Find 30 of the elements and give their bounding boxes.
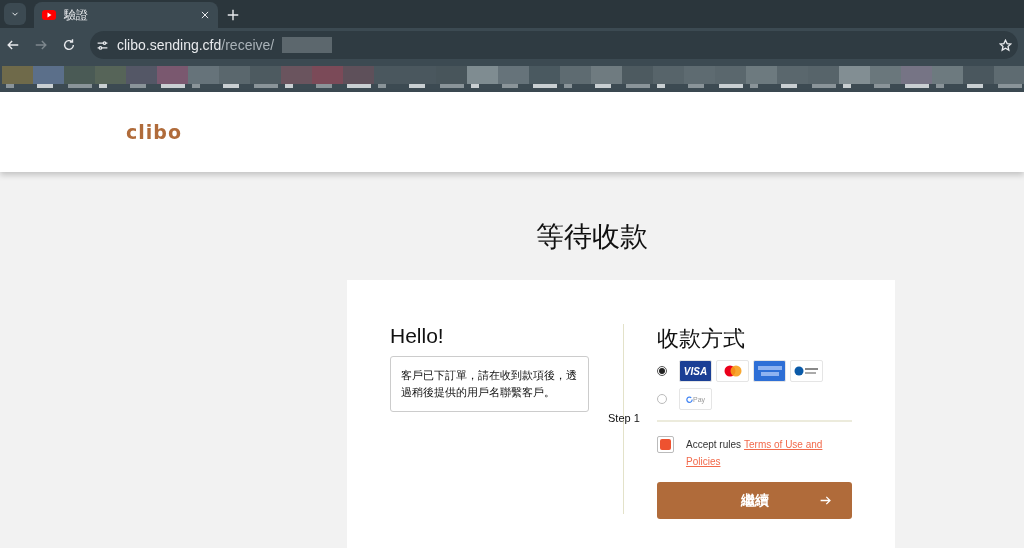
browser-tab[interactable]: 驗證 [34, 2, 218, 28]
diners-club-logo [790, 360, 823, 382]
mastercard-logo [716, 360, 749, 382]
terms-link[interactable]: Policies [686, 453, 721, 470]
url-text: clibo.sending.cfd/receive/ [117, 37, 275, 53]
accept-checkbox[interactable] [657, 436, 674, 453]
step-label: Step 1 [608, 412, 640, 424]
address-bar[interactable]: clibo.sending.cfd/receive/ [90, 31, 1018, 59]
plus-icon[interactable] [226, 8, 240, 22]
payment-title: 收款方式 [657, 325, 746, 353]
page-title: 等待收款 [535, 220, 649, 254]
clibo-logo[interactable]: clibo [126, 121, 182, 143]
right-arrow-icon [819, 494, 832, 507]
redacted-block [282, 37, 333, 53]
star-icon[interactable] [999, 38, 1012, 52]
forward-arrow-icon[interactable] [34, 38, 48, 52]
video-play-icon [42, 10, 56, 20]
radio-button[interactable] [657, 394, 667, 404]
continue-button[interactable]: 繼續 [657, 482, 852, 519]
order-message: 客戶已下訂單，請在收到款項後，透過稍後提供的用戶名聯繫客戶。 [390, 356, 589, 412]
site-settings-icon [96, 38, 109, 52]
amex-logo [753, 360, 786, 382]
terms-link[interactable]: Terms of Use and [744, 436, 823, 453]
reload-icon[interactable] [62, 38, 76, 52]
close-icon[interactable] [200, 10, 210, 20]
back-arrow-icon[interactable] [6, 38, 20, 52]
visa-logo: VISA [679, 360, 712, 382]
greeting-title: Hello! [390, 324, 445, 348]
accept-rules-text: Accept rules [686, 438, 742, 452]
radio-button[interactable] [657, 366, 667, 376]
